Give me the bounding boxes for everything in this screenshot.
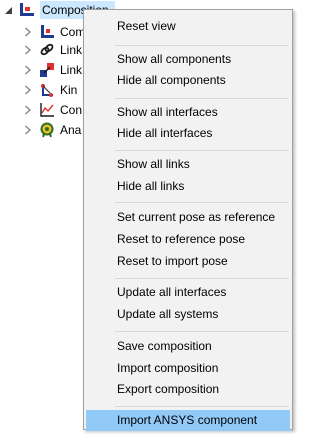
analysis-icon [39, 122, 55, 138]
menu-item-show-all-interfaces[interactable]: Show all interfaces [86, 102, 290, 123]
menu-separator [115, 98, 289, 99]
menu-separator [115, 150, 289, 151]
menu-separator [115, 278, 289, 279]
components-icon [39, 24, 55, 40]
menu-item-update-all-interfaces[interactable]: Update all interfaces [86, 282, 290, 303]
menu-item-reset-import-pose[interactable]: Reset to import pose [86, 251, 290, 272]
menu-separator [115, 202, 289, 203]
menu-item-hide-all-components[interactable]: Hide all components [86, 70, 290, 91]
menu-item-update-all-systems[interactable]: Update all systems [86, 304, 290, 325]
tree-item-links[interactable]: Link [22, 41, 82, 59]
tree-item-label: Ana [60, 123, 82, 137]
menu-item-import-ansys-component[interactable]: Import ANSYS component [86, 410, 290, 431]
menu-item-hide-all-links[interactable]: Hide all links [86, 176, 290, 197]
tree-item-label: Com [60, 25, 86, 39]
interfaces-link-icon [39, 62, 55, 78]
chevron-right-icon[interactable] [22, 101, 34, 119]
chevron-down-icon[interactable] [2, 1, 14, 19]
menu-item-show-all-components[interactable]: Show all components [86, 49, 290, 70]
tree-item-label: Con [60, 103, 83, 117]
menu-separator [115, 45, 289, 46]
tree-item-label: Kin [60, 83, 78, 97]
menu-item-hide-all-interfaces[interactable]: Hide all interfaces [86, 123, 290, 144]
tree-item-components[interactable]: Com [22, 23, 85, 41]
menu-separator [115, 331, 289, 332]
links-icon [39, 42, 55, 58]
menu-item-show-all-links[interactable]: Show all links [86, 154, 290, 175]
composition-icon [19, 2, 35, 18]
tree-item-kinematics[interactable]: Kin [22, 81, 77, 99]
chevron-right-icon[interactable] [22, 81, 34, 99]
menu-item-reset-reference-pose[interactable]: Reset to reference pose [86, 229, 290, 250]
chevron-right-icon[interactable] [22, 61, 34, 79]
menu-item-import-composition[interactable]: Import composition [86, 358, 290, 379]
menu-item-save-composition[interactable]: Save composition [86, 336, 290, 357]
kinematics-icon [39, 82, 55, 98]
menu-item-export-composition[interactable]: Export composition [86, 379, 290, 400]
tree-item-analysis[interactable]: Ana [22, 121, 81, 139]
menu-separator [115, 406, 289, 407]
tree-item-label: Link [60, 43, 83, 57]
chevron-right-icon[interactable] [22, 41, 34, 59]
menu-item-reset-view[interactable]: Reset view [86, 16, 290, 37]
chevron-right-icon[interactable] [22, 121, 34, 139]
tree-item-interface-links[interactable]: Link [22, 61, 82, 79]
context-menu: Reset view Show all components Hide all … [83, 9, 293, 431]
tree-item-charts[interactable]: Con [22, 101, 82, 119]
tree-item-label: Link [60, 63, 83, 77]
menu-item-set-pose-reference[interactable]: Set current pose as reference [86, 207, 290, 228]
chevron-right-icon[interactable] [22, 23, 34, 41]
chart-icon [39, 102, 55, 118]
